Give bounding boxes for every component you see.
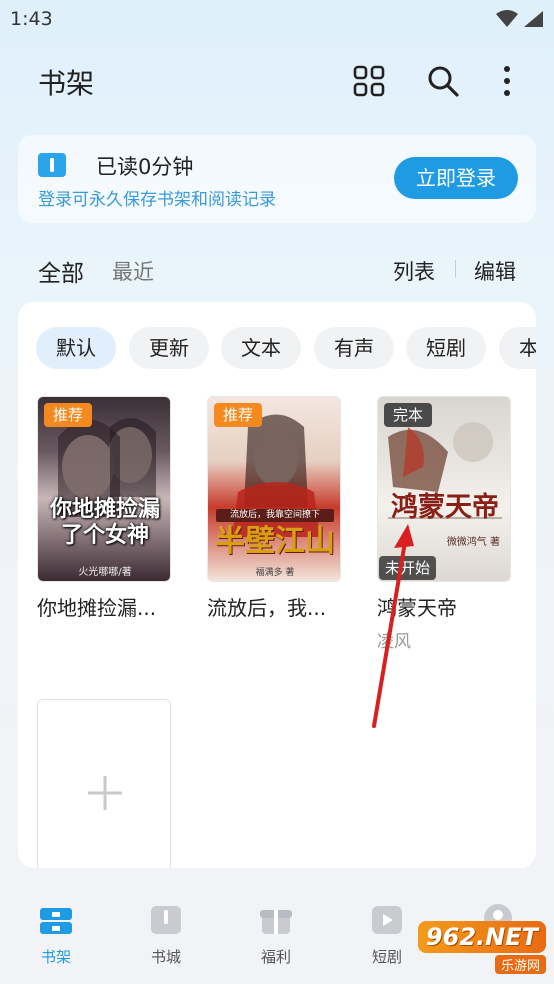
edit-button[interactable]: 编辑 bbox=[474, 256, 516, 286]
list-view-button[interactable]: 列表 bbox=[393, 256, 435, 286]
play-icon bbox=[372, 906, 402, 934]
search-icon[interactable] bbox=[426, 64, 460, 98]
wifi-icon bbox=[496, 10, 518, 27]
book-item[interactable]: 推荐 你地摊捡漏了个女神 火光哪哪/著 你地摊捡漏... bbox=[37, 396, 171, 621]
chip-drama[interactable]: 短剧 bbox=[406, 327, 486, 369]
cover-subtitle: 流放后，我靠空间撩下 bbox=[216, 509, 334, 522]
tab-recent[interactable]: 最近 bbox=[112, 256, 154, 286]
grid-icon[interactable] bbox=[352, 64, 386, 98]
status-bar: 1:43 bbox=[0, 0, 554, 40]
book-title[interactable]: 流放后，我... bbox=[207, 592, 341, 621]
signal-icon bbox=[524, 11, 543, 27]
nav-label: 短剧 bbox=[371, 948, 402, 966]
login-hint[interactable]: 登录可永久保存书架和阅读记录 bbox=[38, 185, 276, 210]
top-bar: 书架 bbox=[0, 52, 554, 108]
book-item[interactable]: 推荐 流放后，我靠空间撩下 半壁江山 福满多 著 流放后，我... bbox=[207, 396, 341, 621]
login-button[interactable]: 立即登录 bbox=[394, 157, 518, 199]
cover-author: 微微鸿气 著 bbox=[446, 537, 500, 548]
recommend-tag: 推荐 bbox=[214, 403, 263, 427]
book-title[interactable]: 你地摊捡漏... bbox=[37, 592, 171, 621]
login-card: 已读0分钟 登录可永久保存书架和阅读记录 立即登录 bbox=[18, 135, 536, 223]
status-time: 1:43 bbox=[10, 8, 53, 30]
cover-author: 福满多 著 bbox=[255, 568, 295, 578]
chip-local[interactable]: 本 bbox=[499, 327, 536, 369]
divider bbox=[455, 260, 456, 278]
chip-default[interactable]: 默认 bbox=[36, 327, 116, 369]
book-open-icon bbox=[38, 153, 66, 177]
cover-author: 火光哪哪/著 bbox=[78, 567, 132, 578]
book-cover[interactable]: 推荐 你地摊捡漏了个女神 火光哪哪/著 bbox=[37, 396, 171, 582]
add-book-button[interactable] bbox=[37, 699, 171, 868]
tab-all[interactable]: 全部 bbox=[38, 254, 84, 288]
chip-update[interactable]: 更新 bbox=[129, 327, 209, 369]
nav-short-drama[interactable]: 短剧 bbox=[357, 904, 417, 967]
recommend-tag: 推荐 bbox=[44, 403, 93, 427]
book-icon bbox=[151, 906, 181, 934]
bookshelf-icon bbox=[40, 908, 72, 934]
cover-title: 你地摊捡漏了个女神 bbox=[49, 497, 160, 548]
shelf-filter-row: 全部 最近 列表 编辑 bbox=[0, 250, 554, 290]
page-title: 书架 bbox=[38, 67, 95, 100]
complete-tag: 完本 bbox=[384, 403, 433, 427]
book-cover[interactable]: 推荐 流放后，我靠空间撩下 半壁江山 福满多 著 bbox=[207, 396, 341, 582]
chip-audio[interactable]: 有声 bbox=[314, 327, 394, 369]
nav-bookstore[interactable]: 书城 bbox=[136, 904, 196, 967]
plus-icon bbox=[88, 776, 122, 810]
nav-bookshelf[interactable]: 书架 bbox=[26, 904, 86, 967]
more-icon[interactable] bbox=[490, 64, 524, 98]
cover-title: 半壁江山 bbox=[215, 524, 335, 559]
watermark-brand: 962.NET bbox=[417, 921, 546, 953]
bookshelf-panel: 默认 更新 文本 有声 短剧 本 推荐 你地摊捡漏了个女神 火光哪哪/著 你地摊… bbox=[18, 302, 536, 868]
nav-label: 书城 bbox=[150, 948, 181, 966]
watermark-logo: 962.NET 乐游网 bbox=[417, 921, 546, 974]
watermark-sub: 乐游网 bbox=[494, 955, 546, 974]
read-time-label: 已读0分钟 bbox=[96, 155, 194, 179]
nav-welfare[interactable]: 福利 bbox=[246, 904, 306, 967]
gift-icon bbox=[260, 910, 292, 934]
annotation-arrow bbox=[372, 524, 414, 728]
nav-label: 福利 bbox=[260, 948, 291, 966]
nav-label: 书架 bbox=[40, 948, 71, 966]
chip-text[interactable]: 文本 bbox=[221, 327, 301, 369]
